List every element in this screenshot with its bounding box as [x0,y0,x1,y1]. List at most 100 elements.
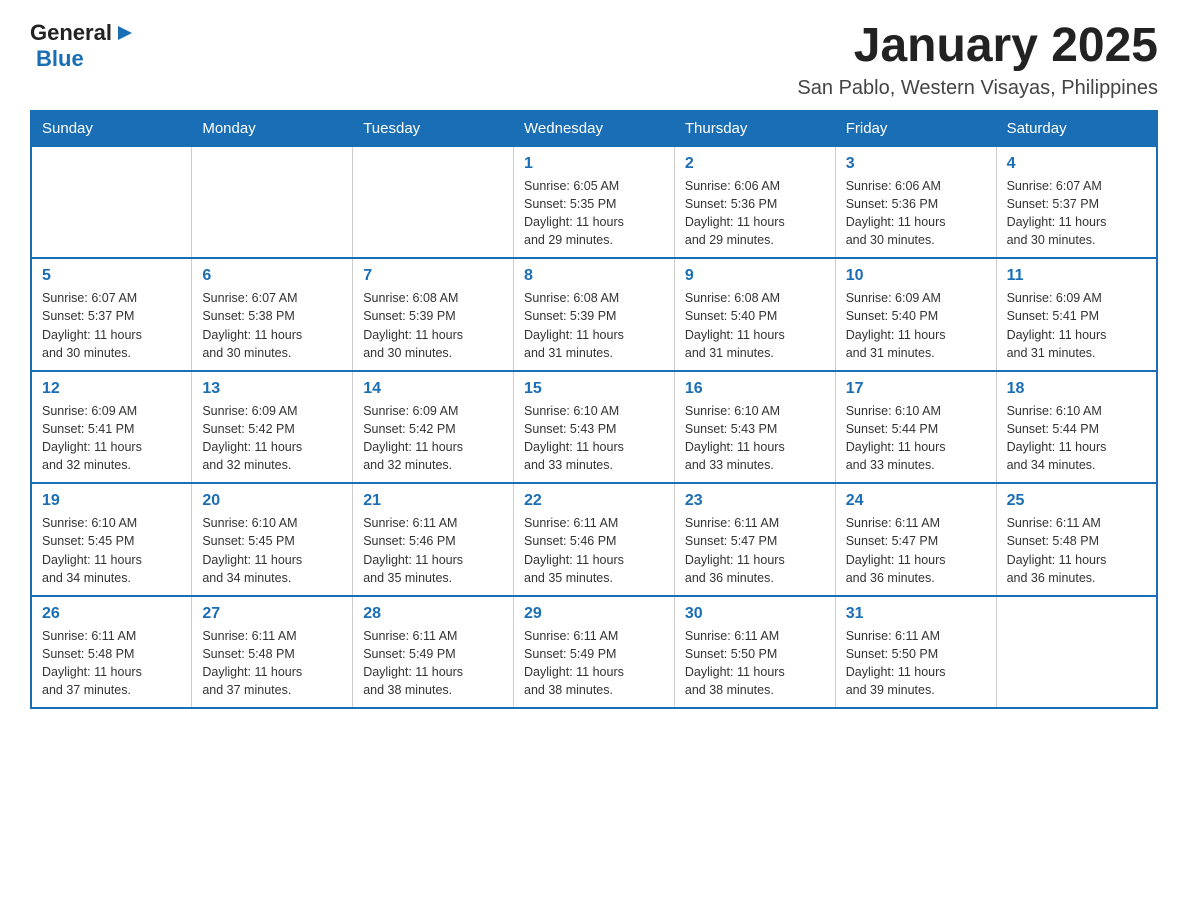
day-info: Sunrise: 6:10 AMSunset: 5:43 PMDaylight:… [685,402,825,475]
calendar-cell: 22 Sunrise: 6:11 AMSunset: 5:46 PMDayligh… [514,483,675,596]
day-info: Sunrise: 6:11 AMSunset: 5:46 PMDaylight:… [363,514,503,587]
day-number: 16 [685,380,825,398]
day-info: Sunrise: 6:10 AMSunset: 5:43 PMDaylight:… [524,402,664,475]
calendar-cell: 20 Sunrise: 6:10 AMSunset: 5:45 PMDayligh… [192,483,353,596]
calendar-cell: 13Sunrise: 6:09 AMSunset: 5:42 PMDayligh… [192,371,353,484]
day-number: 13 [202,380,342,398]
day-info: Sunrise: 6:11 AMSunset: 5:49 PMDaylight:… [363,627,503,700]
day-info: Sunrise: 6:09 AMSunset: 5:41 PMDaylight:… [42,402,181,475]
calendar-cell: 26Sunrise: 6:11 AMSunset: 5:48 PMDayligh… [31,596,192,709]
day-info: Sunrise: 6:05 AMSunset: 5:35 PMDaylight:… [524,177,664,250]
calendar-cell [31,146,192,259]
calendar-cell: 21 Sunrise: 6:11 AMSunset: 5:46 PMDayligh… [353,483,514,596]
col-header-tuesday: Tuesday [353,111,514,146]
day-info: Sunrise: 6:10 AMSunset: 5:45 PMDaylight:… [202,514,342,587]
day-number: 6 [202,267,342,285]
day-number: 25 [1007,492,1146,510]
calendar-cell: 14 Sunrise: 6:09 AMSunset: 5:42 PMDayligh… [353,371,514,484]
calendar-cell: 11 Sunrise: 6:09 AMSunset: 5:41 PMDayligh… [996,258,1157,371]
week-row-3: 12 Sunrise: 6:09 AMSunset: 5:41 PMDayligh… [31,371,1157,484]
calendar-cell: 9 Sunrise: 6:08 AMSunset: 5:40 PMDaylight… [674,258,835,371]
month-title: January 2025 [797,20,1158,73]
day-info: Sunrise: 6:11 AMSunset: 5:49 PMDaylight:… [524,627,664,700]
logo: General Blue [30,20,136,72]
day-number: 24 [846,492,986,510]
day-info: Sunrise: 6:07 AMSunset: 5:37 PMDaylight:… [1007,177,1146,250]
day-info: Sunrise: 6:10 AMSunset: 5:44 PMDaylight:… [846,402,986,475]
day-number: 2 [685,155,825,173]
day-number: 27 [202,605,342,623]
day-number: 30 [685,605,825,623]
day-number: 3 [846,155,986,173]
page-header: General Blue January 2025 San Pablo, Wes… [30,20,1158,100]
title-block: January 2025 San Pablo, Western Visayas,… [797,20,1158,100]
calendar-cell: 31Sunrise: 6:11 AMSunset: 5:50 PMDayligh… [835,596,996,709]
day-info: Sunrise: 6:08 AMSunset: 5:40 PMDaylight:… [685,289,825,362]
col-header-thursday: Thursday [674,111,835,146]
day-info: Sunrise: 6:09 AMSunset: 5:40 PMDaylight:… [846,289,986,362]
calendar-cell: 27Sunrise: 6:11 AMSunset: 5:48 PMDayligh… [192,596,353,709]
day-number: 14 [363,380,503,398]
col-header-saturday: Saturday [996,111,1157,146]
col-header-sunday: Sunday [31,111,192,146]
day-number: 8 [524,267,664,285]
location-title: San Pablo, Western Visayas, Philippines [797,77,1158,100]
day-info: Sunrise: 6:11 AMSunset: 5:47 PMDaylight:… [846,514,986,587]
calendar-cell: 16 Sunrise: 6:10 AMSunset: 5:43 PMDayligh… [674,371,835,484]
day-info: Sunrise: 6:07 AMSunset: 5:38 PMDaylight:… [202,289,342,362]
day-number: 28 [363,605,503,623]
day-info: Sunrise: 6:11 AMSunset: 5:50 PMDaylight:… [685,627,825,700]
day-number: 12 [42,380,181,398]
day-number: 11 [1007,267,1146,285]
day-number: 7 [363,267,503,285]
day-number: 5 [42,267,181,285]
day-info: Sunrise: 6:10 AMSunset: 5:45 PMDaylight:… [42,514,181,587]
calendar-table: SundayMondayTuesdayWednesdayThursdayFrid… [30,110,1158,710]
logo-blue: Blue [36,46,84,72]
calendar-header-row: SundayMondayTuesdayWednesdayThursdayFrid… [31,111,1157,146]
day-number: 10 [846,267,986,285]
day-number: 15 [524,380,664,398]
calendar-cell: 7Sunrise: 6:08 AMSunset: 5:39 PMDaylight… [353,258,514,371]
calendar-cell: 17Sunrise: 6:10 AMSunset: 5:44 PMDayligh… [835,371,996,484]
calendar-cell: 6 Sunrise: 6:07 AMSunset: 5:38 PMDaylight… [192,258,353,371]
day-number: 9 [685,267,825,285]
day-info: Sunrise: 6:09 AMSunset: 5:41 PMDaylight:… [1007,289,1146,362]
day-number: 23 [685,492,825,510]
col-header-friday: Friday [835,111,996,146]
calendar-cell: 12 Sunrise: 6:09 AMSunset: 5:41 PMDayligh… [31,371,192,484]
day-number: 29 [524,605,664,623]
calendar-cell: 24 Sunrise: 6:11 AMSunset: 5:47 PMDayligh… [835,483,996,596]
calendar-cell: 29 Sunrise: 6:11 AMSunset: 5:49 PMDayligh… [514,596,675,709]
week-row-2: 5 Sunrise: 6:07 AMSunset: 5:37 PMDaylight… [31,258,1157,371]
day-info: Sunrise: 6:06 AMSunset: 5:36 PMDaylight:… [685,177,825,250]
day-number: 21 [363,492,503,510]
day-info: Sunrise: 6:09 AMSunset: 5:42 PMDaylight:… [363,402,503,475]
day-number: 19 [42,492,181,510]
day-number: 22 [524,492,664,510]
day-info: Sunrise: 6:10 AMSunset: 5:44 PMDaylight:… [1007,402,1146,475]
logo-triangle-icon [114,22,136,44]
day-number: 18 [1007,380,1146,398]
day-info: Sunrise: 6:11 AMSunset: 5:50 PMDaylight:… [846,627,986,700]
day-number: 4 [1007,155,1146,173]
calendar-cell: 4 Sunrise: 6:07 AMSunset: 5:37 PMDaylight… [996,146,1157,259]
col-header-wednesday: Wednesday [514,111,675,146]
day-info: Sunrise: 6:11 AMSunset: 5:48 PMDaylight:… [42,627,181,700]
calendar-cell: 25Sunrise: 6:11 AMSunset: 5:48 PMDayligh… [996,483,1157,596]
day-info: Sunrise: 6:11 AMSunset: 5:46 PMDaylight:… [524,514,664,587]
day-number: 20 [202,492,342,510]
calendar-cell: 30 Sunrise: 6:11 AMSunset: 5:50 PMDayligh… [674,596,835,709]
week-row-5: 26Sunrise: 6:11 AMSunset: 5:48 PMDayligh… [31,596,1157,709]
day-info: Sunrise: 6:07 AMSunset: 5:37 PMDaylight:… [42,289,181,362]
calendar-cell: 3Sunrise: 6:06 AMSunset: 5:36 PMDaylight… [835,146,996,259]
calendar-cell: 2 Sunrise: 6:06 AMSunset: 5:36 PMDaylight… [674,146,835,259]
calendar-cell: 5 Sunrise: 6:07 AMSunset: 5:37 PMDaylight… [31,258,192,371]
calendar-cell: 18 Sunrise: 6:10 AMSunset: 5:44 PMDayligh… [996,371,1157,484]
day-number: 1 [524,155,664,173]
calendar-cell: 19 Sunrise: 6:10 AMSunset: 5:45 PMDayligh… [31,483,192,596]
calendar-cell: 8Sunrise: 6:08 AMSunset: 5:39 PMDaylight… [514,258,675,371]
day-info: Sunrise: 6:11 AMSunset: 5:47 PMDaylight:… [685,514,825,587]
col-header-monday: Monday [192,111,353,146]
week-row-1: 1 Sunrise: 6:05 AMSunset: 5:35 PMDaylight… [31,146,1157,259]
